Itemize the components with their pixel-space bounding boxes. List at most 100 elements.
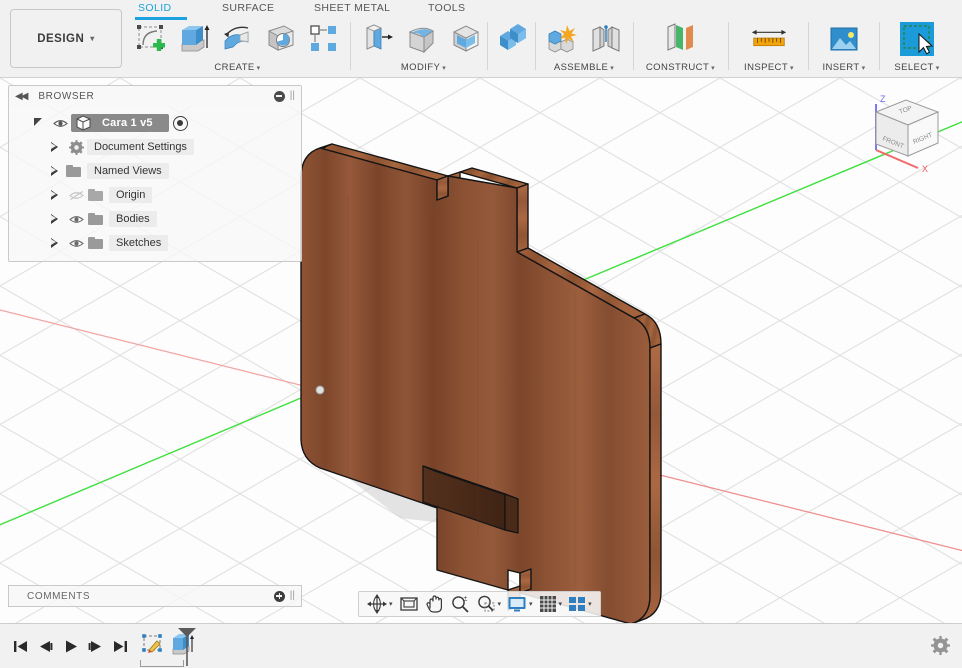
design-workspace-label: DESIGN [37,32,85,45]
revolve-icon[interactable] [217,18,258,60]
look-at-icon[interactable] [396,593,422,615]
chevron-down-icon: ▾ [861,65,866,72]
timeline-end-marker[interactable] [176,626,198,666]
expand-root-arrow-icon[interactable] [27,118,49,127]
insert-image-icon[interactable] [823,18,865,60]
chevron-down-icon[interactable]: ▾ [529,600,533,608]
viewport-layout-icon[interactable]: ▾ [565,593,595,615]
root-component-name: Cara 1 v5 [102,117,153,129]
chevron-right-icon[interactable] [43,190,65,200]
ribbon-group-inspect: INSPECT ▾ [733,18,805,76]
ribbon-group-create-label[interactable]: CREATE ▾ [130,62,345,73]
activate-radio-icon[interactable] [172,115,188,131]
panel-grip[interactable]: || [290,591,295,601]
step-forward-button[interactable] [83,632,108,660]
pan-icon[interactable] [422,593,447,615]
chevron-right-icon[interactable] [43,166,65,176]
sweep-icon[interactable] [260,18,301,60]
gear-icon[interactable] [931,636,950,655]
tree-row-sketches[interactable]: Sketches [9,231,301,255]
display-settings-icon[interactable]: ▾ [504,593,536,615]
zoom-icon[interactable]: ± [447,593,473,615]
go-to-end-button[interactable] [108,632,133,660]
timeline-bar [0,623,962,668]
ribbon-separator [350,22,351,70]
chevron-down-icon: ▾ [711,65,716,72]
chevron-down-icon: ▾ [256,65,261,72]
orbit-icon[interactable]: ▾ [364,593,396,615]
tab-surface[interactable]: SURFACE [222,2,274,14]
joint-icon[interactable] [585,18,627,60]
add-comment-icon[interactable] [273,590,285,602]
play-button[interactable] [58,632,83,660]
ribbon-separator [728,22,729,70]
eye-hidden-icon[interactable] [65,190,87,201]
design-workspace-button[interactable]: DESIGN ▾ [10,9,122,68]
combine-icon[interactable] [493,18,533,60]
chevron-down-icon: ▾ [935,65,940,72]
timeline-playback-controls [8,632,133,660]
collapse-left-icon[interactable]: ◀◀ [15,91,28,102]
press-pull-icon[interactable] [357,18,399,60]
minimize-icon[interactable] [273,90,285,102]
folder-icon [87,213,109,225]
ribbon-group-modify: MODIFY ▾ [356,18,491,76]
fit-icon[interactable]: ▾ [473,593,505,615]
tree-item-label: Origin [109,187,153,203]
tree-row-named-views[interactable]: Named Views [9,159,301,183]
chevron-down-icon[interactable]: ▾ [588,600,592,608]
timeline-feature-sketch[interactable] [138,630,168,660]
ribbon-group-select-label[interactable]: SELECT ▾ [884,62,950,73]
ribbon-toolbar: DESIGN ▾ SOLID SURFACE SHEET METAL TOOLS [0,0,962,78]
eye-icon[interactable] [65,238,87,249]
browser-tree: Cara 1 v5 Document Settings Named Views … [9,107,301,261]
tree-item-label: Named Views [87,163,169,179]
create-sketch-icon[interactable] [131,18,172,60]
go-to-beginning-button[interactable] [8,632,33,660]
ribbon-group-construct-label[interactable]: CONSTRUCT ▾ [638,62,723,73]
chevron-down-icon[interactable]: ▾ [389,600,393,608]
tab-sheet-metal[interactable]: SHEET METAL [314,2,390,14]
chevron-right-icon[interactable] [43,238,65,248]
tree-row-root[interactable]: Cara 1 v5 [9,111,301,135]
fillet-icon[interactable] [401,18,443,60]
chevron-down-icon: ▾ [90,34,95,43]
new-component-icon[interactable] [541,18,583,60]
root-component-chip[interactable]: Cara 1 v5 [71,114,169,132]
ribbon-group-modify-label[interactable]: MODIFY ▾ [356,62,491,73]
view-cube[interactable]: Z X TOP FRONT RIGHT [858,88,954,178]
chevron-right-icon[interactable] [43,142,65,152]
pattern-icon[interactable] [303,18,344,60]
folder-icon [87,237,109,249]
eye-icon[interactable] [65,214,87,225]
ribbon-group-create: CREATE ▾ [130,18,345,76]
ribbon-group-construct: CONSTRUCT ▾ [638,18,723,76]
chevron-down-icon[interactable]: ▾ [559,600,563,608]
chevron-down-icon[interactable]: ▾ [498,600,502,608]
step-back-button[interactable] [33,632,58,660]
tree-row-bodies[interactable]: Bodies [9,207,301,231]
chevron-right-icon[interactable] [43,214,65,224]
tab-tools[interactable]: TOOLS [428,2,465,14]
panel-grip[interactable]: || [290,91,295,101]
extrude-icon[interactable] [174,18,215,60]
navigation-bar: ▾ ± ▾ ▾ ▾ ▾ [358,591,601,617]
chevron-down-icon: ▾ [442,65,447,72]
select-window-icon[interactable] [896,18,938,60]
tree-item-label: Document Settings [87,139,194,155]
offset-plane-icon[interactable] [660,18,702,60]
tab-solid[interactable]: SOLID [138,2,172,14]
ribbon-group-insert-label[interactable]: INSERT ▾ [813,62,875,73]
measure-icon[interactable] [748,18,790,60]
svg-text:±: ± [463,596,467,603]
ribbon-group-inspect-label[interactable]: INSPECT ▾ [733,62,805,73]
comments-panel[interactable]: COMMENTS || [8,585,302,607]
tree-row-origin[interactable]: Origin [9,183,301,207]
canvas-viewport[interactable]: ◀◀ BROWSER || Cara 1 v5 Document Setting… [0,78,962,623]
grid-snaps-icon[interactable]: ▾ [536,593,566,615]
eye-icon[interactable] [49,118,71,129]
tree-item-label: Bodies [109,211,157,227]
shell-icon[interactable] [445,18,487,60]
ribbon-group-assemble-label[interactable]: ASSEMBLE ▾ [540,62,628,73]
tree-row-document-settings[interactable]: Document Settings [9,135,301,159]
